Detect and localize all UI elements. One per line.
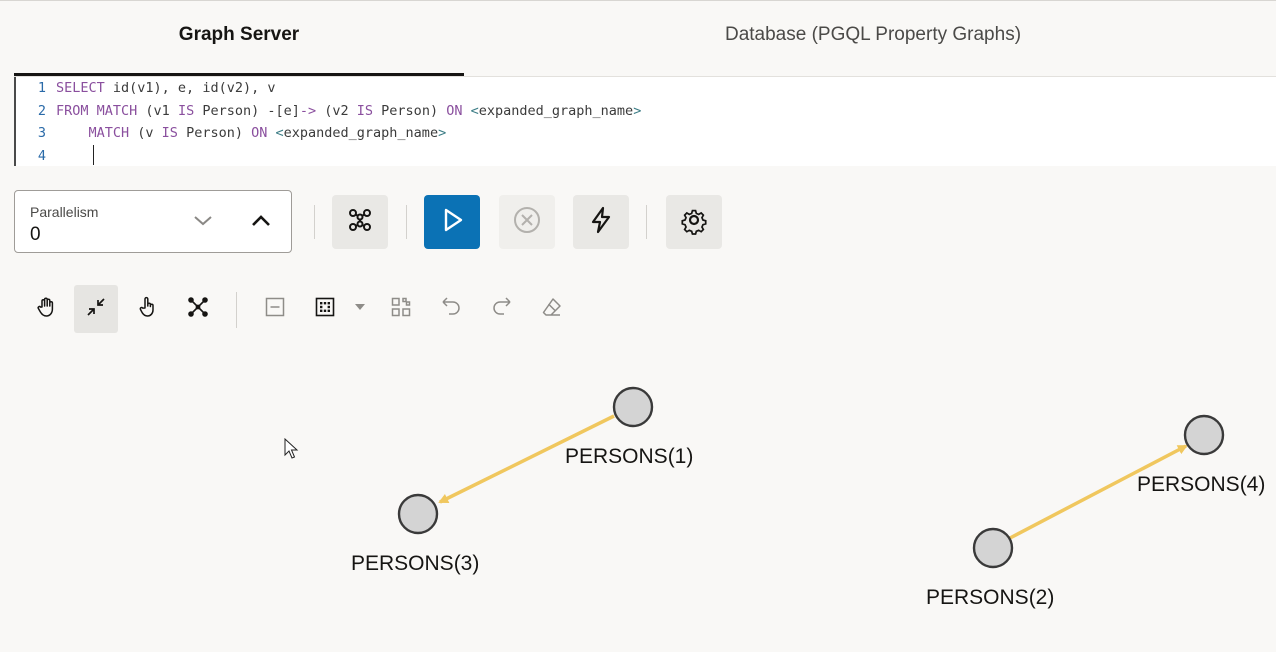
code-token: MATCH (88, 125, 130, 141)
cancel-circle-icon (512, 205, 542, 240)
parallelism-value[interactable]: 0 (30, 224, 41, 246)
graph-canvas[interactable]: PERSONS(1) PERSONS(3) PERSONS(2) PERSONS… (0, 340, 1276, 652)
gear-icon (679, 205, 709, 240)
graph-edges (438, 414, 1188, 540)
code-line[interactable]: 4 (16, 145, 56, 167)
code-token: expanded_graph_name (283, 125, 439, 141)
code-token: < (275, 125, 284, 141)
code-token: Person) (177, 125, 252, 141)
line-number: 2 (37, 102, 46, 119)
toolbar-divider (646, 205, 647, 239)
code-token: -> (299, 102, 317, 119)
pointer-hand-icon (136, 295, 160, 324)
toolbar-divider (314, 205, 315, 239)
group-options-dropdown[interactable] (345, 285, 375, 333)
undo-icon (439, 295, 463, 324)
graph-nodes (397, 386, 1225, 569)
code-token: SELECT (56, 80, 105, 96)
code-token: Person) -[e] (194, 102, 300, 119)
code-token: < (470, 102, 479, 119)
grid-icon (389, 295, 413, 324)
lightning-icon (586, 205, 616, 240)
node-label: PERSONS(4) (1137, 473, 1266, 496)
settings-button[interactable] (666, 195, 722, 249)
decrement-chevron-down-icon[interactable] (191, 209, 215, 233)
hand-icon (35, 295, 59, 324)
line-number: 4 (37, 147, 46, 164)
code-token: ON (251, 125, 268, 141)
code-line[interactable]: 1 SELECT id(v1), e, id(v2), v (16, 77, 276, 99)
code-token: IS (356, 102, 374, 119)
tab-database-pgql[interactable]: Database (PGQL Property Graphs) (464, 24, 1276, 76)
dotted-square-icon (313, 295, 337, 324)
tab-graph-server[interactable]: Graph Server (14, 24, 464, 76)
parallelism-field[interactable]: Parallelism 0 (14, 190, 292, 253)
code-token: IS (177, 102, 195, 119)
execute-fast-button[interactable] (573, 195, 629, 249)
graph-toolbar-divider (236, 292, 237, 328)
text-caret (93, 145, 94, 165)
code-token: id(v1), e, id(v2), v (104, 80, 276, 96)
code-token: IS (161, 125, 178, 141)
node-label: PERSONS(3) (351, 552, 480, 575)
code-line[interactable]: 3 MATCH (v IS Person) ON <expanded_graph… (16, 122, 446, 144)
code-line[interactable]: 2 FROM MATCH (v1 IS Person) -[e]-> (v2 IS… (16, 100, 641, 122)
parallelism-label: Parallelism (30, 204, 99, 220)
toolbar-divider (406, 205, 407, 239)
line-number: 1 (37, 80, 46, 96)
run-query-button[interactable] (424, 195, 480, 249)
code-token: (v2 (316, 102, 357, 119)
group-button[interactable] (303, 285, 347, 333)
eraser-icon (540, 295, 564, 324)
increment-chevron-up-icon[interactable] (249, 209, 273, 233)
code-token: > (633, 102, 642, 119)
caret-down-icon (353, 300, 367, 319)
node-p1[interactable] (612, 386, 654, 428)
play-icon (437, 205, 467, 240)
tab-bar: Graph Server Database (PGQL Property Gra… (14, 0, 1276, 77)
collapse-button[interactable] (253, 285, 297, 333)
undo-button[interactable] (429, 285, 473, 333)
code-token: (v1 (137, 102, 178, 119)
select-tool-button[interactable] (126, 285, 170, 333)
code-token: ON (446, 102, 463, 119)
node-p3[interactable] (397, 493, 439, 535)
code-token: MATCH (96, 102, 138, 119)
redo-button[interactable] (480, 285, 524, 333)
clear-button[interactable] (530, 285, 574, 333)
cancel-query-button[interactable] (499, 195, 555, 249)
node-label: PERSONS(1) (565, 445, 694, 468)
minus-square-icon (263, 295, 287, 324)
redo-icon (490, 295, 514, 324)
node-p2[interactable] (972, 527, 1014, 569)
line-number: 3 (37, 125, 46, 141)
mouse-cursor-icon (284, 437, 300, 465)
node-label: PERSONS(2) (926, 586, 1055, 609)
graph-view-button[interactable] (332, 195, 388, 249)
code-token: FROM (56, 102, 89, 119)
code-token: Person) (373, 102, 447, 119)
network-icon (186, 295, 210, 324)
node-p4[interactable] (1183, 414, 1225, 456)
code-token: > (438, 125, 447, 141)
code-token: expanded_graph_name (478, 102, 634, 119)
pan-tool-button[interactable] (25, 285, 69, 333)
network-layout-button[interactable] (176, 285, 220, 333)
minimize-arrows-icon (84, 295, 108, 324)
graph-visualization-icon (345, 205, 375, 240)
code-token: (v (129, 125, 162, 141)
ungroup-button[interactable] (379, 285, 423, 333)
fit-to-screen-button[interactable] (74, 285, 118, 333)
query-editor[interactable]: 1 SELECT id(v1), e, id(v2), v 2 FROM MATCH … (14, 77, 1276, 166)
